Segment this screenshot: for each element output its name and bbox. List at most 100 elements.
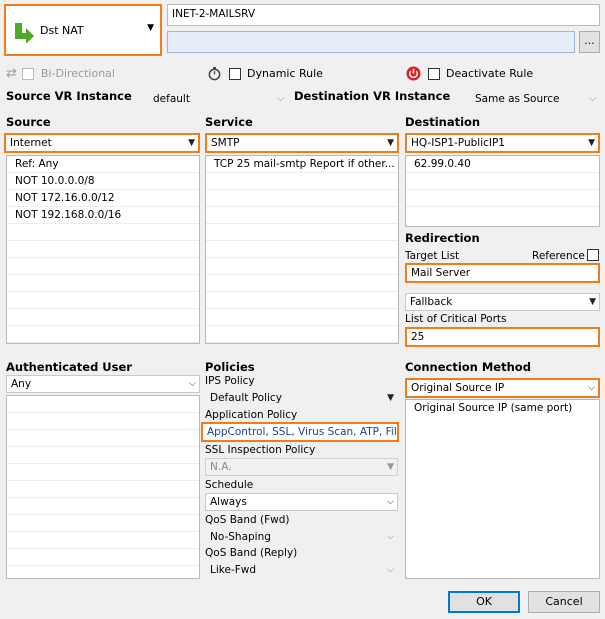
chevron-down-icon: ▼: [387, 138, 394, 148]
list-item[interactable]: NOT 192.168.0.0/16: [7, 207, 199, 224]
list-item: [206, 207, 398, 224]
ips-policy-value: Default Policy: [210, 392, 282, 404]
list-item: [7, 258, 199, 275]
cancel-button[interactable]: Cancel: [528, 591, 600, 613]
chevron-down-icon: ▼: [387, 462, 394, 472]
critical-ports-field[interactable]: 25: [405, 327, 600, 347]
service-list[interactable]: TCP 25 mail-smtp Report if other...: [205, 155, 399, 344]
schedule-select[interactable]: Always ⌵: [205, 493, 398, 511]
destination-select[interactable]: HQ-ISP1-PublicIP1 ▼: [405, 133, 600, 153]
critical-ports-label: List of Critical Ports: [405, 313, 507, 325]
bidirectional-option: ⇄ Bi-Directional: [6, 66, 115, 81]
deactivate-rule-label: Deactivate Rule: [446, 66, 534, 80]
target-list-field[interactable]: Mail Server: [405, 263, 600, 283]
list-item: [7, 515, 199, 532]
service-select[interactable]: SMTP ▼: [205, 133, 399, 153]
description-more-button[interactable]: ...: [579, 31, 600, 53]
list-item[interactable]: 62.99.0.40: [406, 156, 599, 173]
chevron-down-icon: ⌵: [387, 532, 394, 542]
dest-vr-label: Destination VR Instance: [294, 89, 451, 103]
list-item: [7, 241, 199, 258]
source-select[interactable]: Internet ▼: [4, 133, 200, 153]
list-item: [7, 566, 199, 578]
dynamic-rule-label: Dynamic Rule: [247, 66, 323, 80]
dynamic-rule-option[interactable]: Dynamic Rule: [207, 66, 323, 81]
list-item: [206, 309, 398, 326]
dynamic-rule-checkbox[interactable]: [228, 67, 241, 80]
service-title: Service: [205, 115, 253, 129]
source-vr-select[interactable]: default ⌵: [148, 90, 288, 108]
list-item: [206, 292, 398, 309]
list-item: [7, 224, 199, 241]
source-list[interactable]: Ref: Any NOT 10.0.0.0/8 NOT 172.16.0.0/1…: [6, 155, 200, 344]
source-vr-label: Source VR Instance: [6, 89, 132, 103]
fallback-select[interactable]: Fallback ▼: [405, 293, 600, 311]
rule-name-field[interactable]: INET-2-MAILSRV: [167, 4, 600, 26]
destination-title: Destination: [405, 115, 481, 129]
fallback-value: Fallback: [410, 296, 453, 308]
list-item: [406, 190, 599, 207]
list-item: [206, 190, 398, 207]
list-item: [206, 224, 398, 241]
deactivate-rule-checkbox[interactable]: [427, 67, 440, 80]
list-item: [7, 326, 199, 343]
list-item: [7, 498, 199, 515]
list-item: [7, 481, 199, 498]
dest-vr-select[interactable]: Same as Source ⌵: [470, 90, 600, 108]
service-selected-value: SMTP: [211, 137, 240, 149]
list-item: [206, 275, 398, 292]
policies-title: Policies: [205, 360, 255, 374]
chevron-down-icon: ⌵: [387, 497, 394, 507]
dest-vr-value: Same as Source: [475, 93, 560, 105]
stopwatch-icon: [208, 66, 221, 81]
list-item: [206, 258, 398, 275]
list-item[interactable]: NOT 172.16.0.0/12: [7, 190, 199, 207]
critical-ports-value: 25: [411, 331, 425, 343]
source-vr-value: default: [153, 93, 190, 105]
chevron-down-icon: ⌵: [277, 94, 284, 104]
qos-fwd-value: No-Shaping: [210, 531, 271, 543]
auth-user-list[interactable]: [6, 395, 200, 579]
bidirectional-arrows-icon: ⇄: [6, 66, 17, 81]
list-item[interactable]: NOT 10.0.0.0/8: [7, 173, 199, 190]
deactivate-rule-option[interactable]: Deactivate Rule: [406, 66, 534, 81]
list-item: [7, 309, 199, 326]
chevron-down-icon: ▼: [589, 297, 596, 307]
connection-method-list[interactable]: Original Source IP (same port): [405, 399, 600, 579]
schedule-value: Always: [210, 496, 247, 508]
chevron-down-icon: ⌵: [589, 94, 596, 104]
rule-description-field[interactable]: [167, 31, 575, 53]
destination-list[interactable]: 62.99.0.40: [405, 155, 600, 227]
connection-method-value: Original Source IP: [411, 382, 505, 394]
schedule-label: Schedule: [205, 479, 254, 491]
list-item: [206, 326, 398, 343]
ssl-policy-value: N.A.: [210, 461, 232, 473]
rule-type-selector[interactable]: Dst NAT ▼: [4, 4, 162, 56]
ips-policy-select[interactable]: Default Policy ▼: [205, 389, 398, 407]
ok-button[interactable]: OK: [448, 591, 520, 613]
auth-user-title: Authenticated User: [6, 360, 132, 374]
list-item: [7, 549, 199, 566]
app-policy-value[interactable]: AppControl, SSL, Virus Scan, ATP, File..…: [207, 426, 397, 438]
qos-reply-select[interactable]: Like-Fwd ⌵: [205, 561, 398, 579]
bidirectional-label: Bi-Directional: [40, 67, 115, 80]
list-item[interactable]: Ref: Any: [7, 156, 199, 173]
list-item[interactable]: TCP 25 mail-smtp Report if other...: [206, 156, 398, 173]
qos-fwd-label: QoS Band (Fwd): [205, 514, 290, 526]
reference-checkbox[interactable]: [587, 249, 599, 261]
target-list-value: Mail Server: [411, 267, 471, 279]
qos-reply-value: Like-Fwd: [210, 564, 257, 576]
app-policy-field[interactable]: AppControl, SSL, Virus Scan, ATP, File..…: [201, 422, 399, 442]
chevron-down-icon: ▼: [588, 138, 595, 148]
list-item[interactable]: Original Source IP (same port): [406, 400, 599, 417]
target-list-label: Target List: [405, 250, 460, 262]
connection-method-select[interactable]: Original Source IP ⌵: [405, 378, 600, 398]
qos-fwd-select[interactable]: No-Shaping ⌵: [205, 528, 398, 546]
list-item: [7, 413, 199, 430]
list-item: [206, 241, 398, 258]
connection-method-title: Connection Method: [405, 360, 531, 374]
chevron-down-icon: ▼: [147, 23, 154, 33]
list-item: [7, 275, 199, 292]
list-item: [206, 173, 398, 190]
auth-user-select[interactable]: Any ⌵: [6, 375, 200, 393]
